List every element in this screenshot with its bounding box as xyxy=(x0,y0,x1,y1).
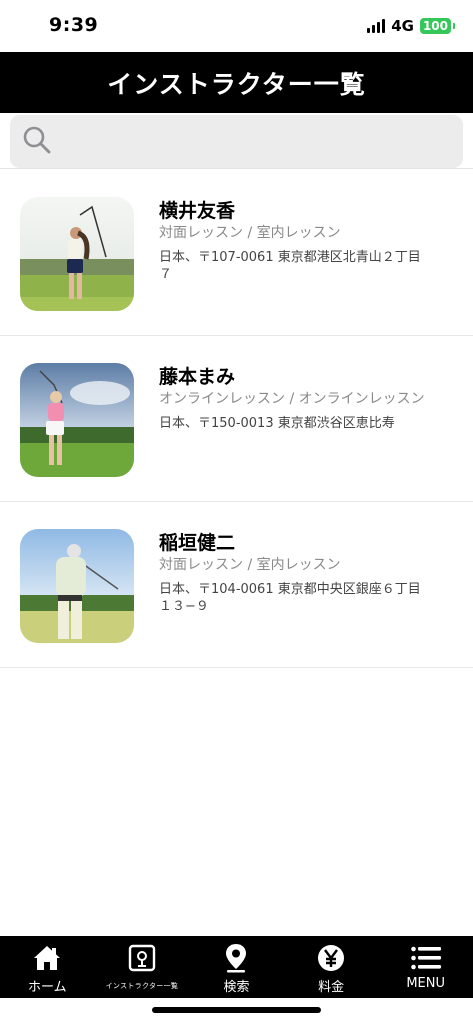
tab-home[interactable]: ホーム xyxy=(0,936,95,998)
instructor-photo xyxy=(20,197,134,311)
instructor-name: 横井友香 xyxy=(159,200,236,222)
instructor-info: 稲垣健二 対面レッスン / 室内レッスン 日本、〒104-0061 東京都中央区… xyxy=(159,531,429,615)
tab-label: MENU xyxy=(406,976,445,991)
home-icon xyxy=(32,943,62,973)
home-indicator[interactable] xyxy=(152,1007,321,1013)
status-bar: 9:39 4G 100 xyxy=(0,0,473,52)
search-box[interactable] xyxy=(10,115,463,168)
search-bar xyxy=(0,113,473,169)
instructor-list-icon xyxy=(127,943,157,973)
instructor-info: 横井友香 対面レッスン / 室内レッスン 日本、〒107-0061 東京都港区北… xyxy=(159,199,429,283)
menu-icon xyxy=(410,943,441,973)
tab-label: インストラクター一覧 xyxy=(105,982,179,990)
tab-label: 検索 xyxy=(223,980,250,995)
tab-bar: ホーム インストラクター一覧 検索 料金 MENU xyxy=(0,936,473,998)
status-time: 9:39 xyxy=(49,14,99,36)
list-item[interactable]: 稲垣健二 対面レッスン / 室内レッスン 日本、〒104-0061 東京都中央区… xyxy=(0,502,473,668)
tab-pricing[interactable]: 料金 xyxy=(284,936,379,998)
instructor-name: 稲垣健二 xyxy=(159,532,236,554)
lesson-types: 対面レッスン / 室内レッスン xyxy=(159,557,341,573)
instructor-photo xyxy=(20,529,134,643)
page-title: インストラクター一覧 xyxy=(107,69,366,99)
status-indicators: 4G 100 xyxy=(367,17,456,35)
instructor-list: 横井友香 対面レッスン / 室内レッスン 日本、〒107-0061 東京都港区北… xyxy=(0,170,473,668)
tab-instructors[interactable]: インストラクター一覧 xyxy=(95,936,190,998)
signal-icon xyxy=(367,19,386,33)
yen-icon xyxy=(316,943,346,973)
network-type: 4G xyxy=(391,17,414,35)
battery-icon: 100 xyxy=(419,18,456,34)
instructor-photo xyxy=(20,363,134,477)
map-pin-icon xyxy=(221,943,251,973)
tab-search[interactable]: 検索 xyxy=(189,936,284,998)
home-indicator-area xyxy=(0,998,473,1024)
instructor-info: 藤本まみ オンラインレッスン / オンラインレッスン 日本、〒150-0013 … xyxy=(159,365,429,432)
instructor-address: 日本、〒104-0061 東京都中央区銀座６丁目１３−９ xyxy=(159,582,421,614)
header-bar: インストラクター一覧 xyxy=(0,52,473,113)
list-item[interactable]: 横井友香 対面レッスン / 室内レッスン 日本、〒107-0061 東京都港区北… xyxy=(0,170,473,336)
tab-label: 料金 xyxy=(318,980,345,995)
lesson-types: オンラインレッスン / オンラインレッスン xyxy=(159,391,425,407)
tab-menu[interactable]: MENU xyxy=(378,936,473,998)
search-icon xyxy=(22,125,52,159)
search-input[interactable] xyxy=(60,121,463,162)
list-item[interactable]: 藤本まみ オンラインレッスン / オンラインレッスン 日本、〒150-0013 … xyxy=(0,336,473,502)
instructor-address: 日本、〒107-0061 東京都港区北青山２丁目７ xyxy=(159,250,421,282)
instructor-address: 日本、〒150-0013 東京都渋谷区恵比寿 xyxy=(159,416,395,431)
instructor-name: 藤本まみ xyxy=(159,366,236,388)
tab-label: ホーム xyxy=(27,980,67,995)
lesson-types: 対面レッスン / 室内レッスン xyxy=(159,225,341,241)
